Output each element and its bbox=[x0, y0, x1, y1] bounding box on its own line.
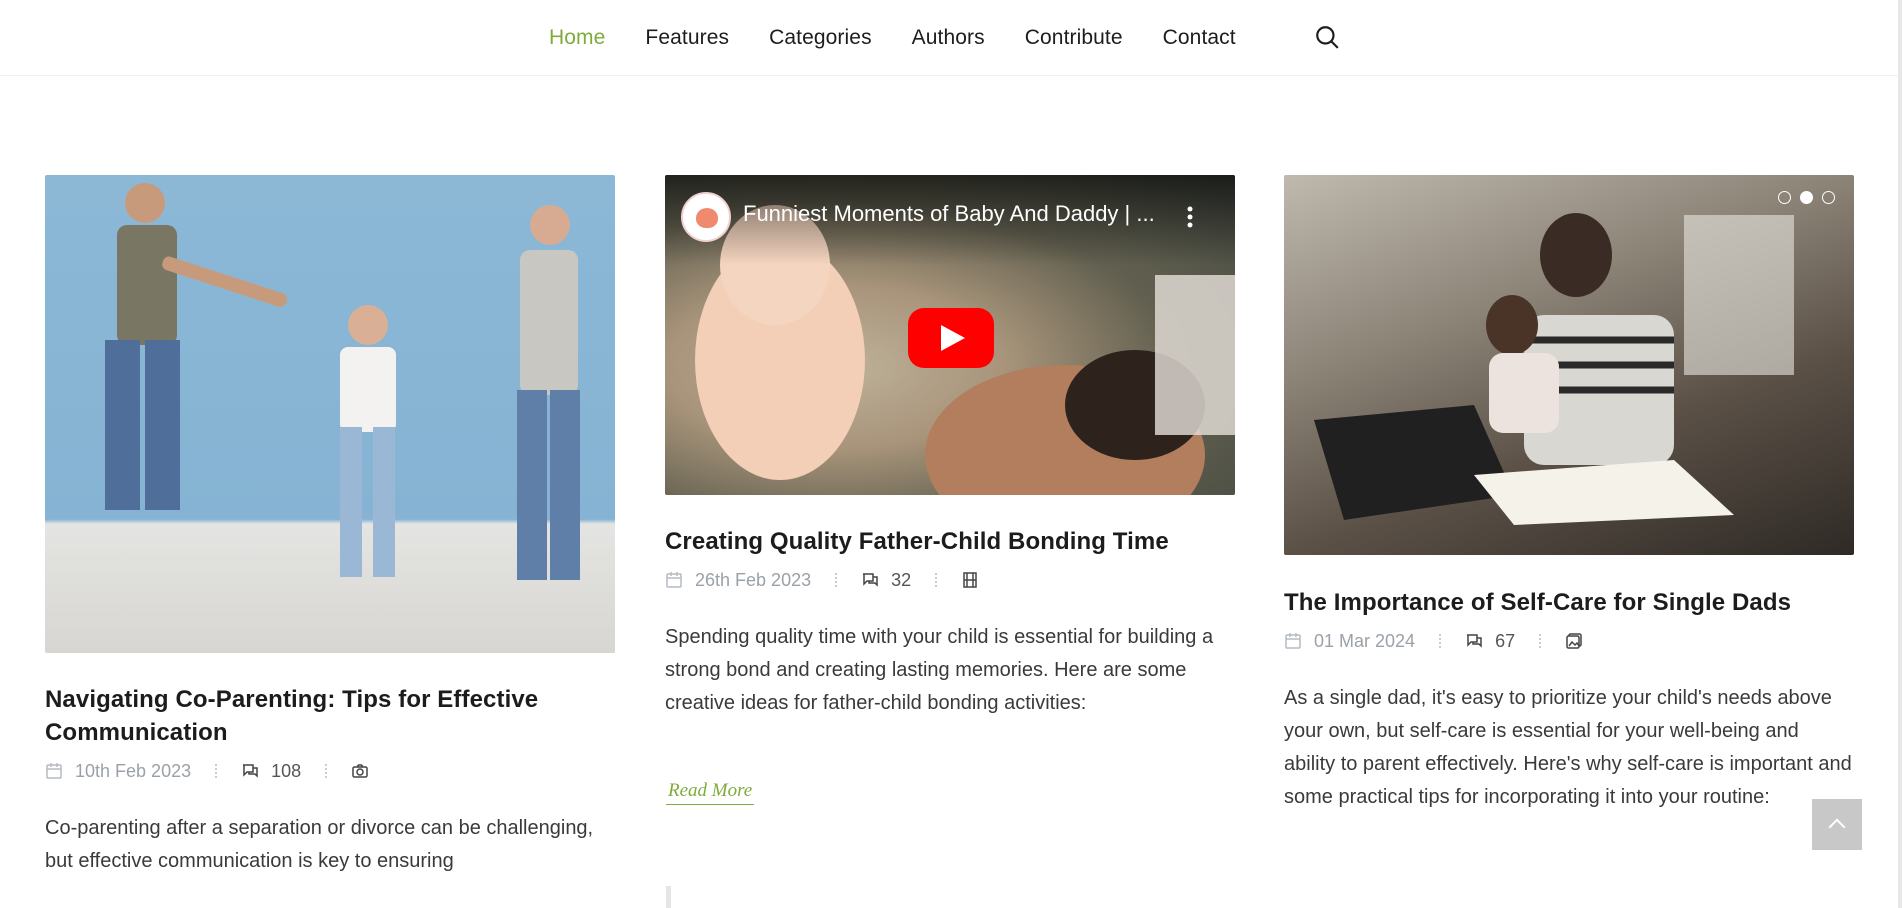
post-card-bonding: Funniest Moments of Baby And Daddy | ...… bbox=[665, 175, 1235, 720]
comment-count[interactable]: 108 bbox=[271, 761, 301, 782]
post-excerpt: Co-parenting after a separation or divor… bbox=[45, 817, 594, 872]
slider-dot-1[interactable] bbox=[1778, 191, 1791, 204]
calendar-icon bbox=[1285, 633, 1301, 649]
post-meta: 10th Feb 2023 108 bbox=[45, 759, 615, 783]
play-button[interactable] bbox=[908, 308, 994, 368]
post-title[interactable]: The Importance of Self-Care for Single D… bbox=[1284, 586, 1854, 619]
slider-dots bbox=[1778, 191, 1844, 204]
channel-avatar[interactable] bbox=[681, 192, 731, 242]
post-date: 10th Feb 2023 bbox=[75, 760, 192, 781]
post-card-selfcare: The Importance of Self-Care for Single D… bbox=[1284, 175, 1854, 814]
meta-separator bbox=[835, 573, 838, 587]
post-date: 01 Mar 2024 bbox=[1314, 630, 1416, 651]
comment-count[interactable]: 67 bbox=[1495, 631, 1515, 652]
blockquote-bar bbox=[666, 886, 671, 908]
comments-icon[interactable] bbox=[1465, 632, 1483, 650]
family-illustration bbox=[105, 183, 580, 580]
camera-icon bbox=[352, 764, 368, 778]
nav-item-contribute[interactable]: Contribute bbox=[1025, 26, 1123, 50]
post-title[interactable]: Navigating Co-Parenting: Tips for Effect… bbox=[45, 683, 615, 749]
page-scrollbar[interactable] bbox=[1898, 0, 1902, 908]
calendar-icon bbox=[666, 572, 682, 588]
nav-item-features[interactable]: Features bbox=[645, 26, 729, 50]
read-more-link[interactable]: Read More bbox=[666, 780, 755, 805]
more-options-icon[interactable] bbox=[1187, 205, 1193, 229]
meta-separator bbox=[215, 764, 218, 778]
nav-item-home[interactable]: Home bbox=[549, 26, 605, 50]
nav-item-categories[interactable]: Categories bbox=[769, 26, 872, 50]
top-navigation: Home Features Categories Authors Contrib… bbox=[0, 0, 1902, 76]
comments-icon[interactable] bbox=[861, 571, 879, 589]
scroll-to-top-button[interactable] bbox=[1812, 799, 1862, 850]
nav-menu: Home Features Categories Authors Contrib… bbox=[549, 0, 1276, 76]
post-excerpt: As a single dad, it's easy to prioritize… bbox=[1284, 687, 1852, 808]
meta-separator bbox=[1539, 634, 1542, 648]
post-date: 26th Feb 2023 bbox=[695, 569, 812, 590]
gallery-icon bbox=[1566, 633, 1582, 649]
dad-daughter-illustration bbox=[1314, 213, 1794, 525]
meta-separator bbox=[325, 764, 328, 778]
comment-count[interactable]: 32 bbox=[891, 570, 911, 591]
calendar-icon bbox=[46, 763, 62, 779]
post-image-coparenting[interactable] bbox=[45, 175, 615, 653]
meta-separator bbox=[935, 573, 938, 587]
post-card-coparenting: Navigating Co-Parenting: Tips for Effect… bbox=[45, 175, 615, 878]
comments-icon[interactable] bbox=[241, 762, 259, 780]
video-title[interactable]: Funniest Moments of Baby And Daddy | ... bbox=[743, 201, 1163, 227]
slider-dot-2[interactable] bbox=[1800, 191, 1813, 204]
meta-separator bbox=[1439, 634, 1442, 648]
search-icon[interactable] bbox=[1314, 24, 1340, 50]
post-meta: 01 Mar 2024 67 bbox=[1284, 629, 1854, 653]
film-icon bbox=[963, 572, 977, 588]
post-image-slider[interactable] bbox=[1284, 175, 1854, 555]
youtube-embed[interactable]: Funniest Moments of Baby And Daddy | ... bbox=[665, 175, 1235, 495]
post-excerpt: Spending quality time with your child is… bbox=[665, 626, 1214, 714]
nav-item-authors[interactable]: Authors bbox=[912, 26, 985, 50]
post-meta: 26th Feb 2023 32 bbox=[665, 568, 1235, 592]
post-title[interactable]: Creating Quality Father-Child Bonding Ti… bbox=[665, 525, 1235, 558]
slider-dot-3[interactable] bbox=[1822, 191, 1835, 204]
nav-item-contact[interactable]: Contact bbox=[1163, 26, 1236, 50]
